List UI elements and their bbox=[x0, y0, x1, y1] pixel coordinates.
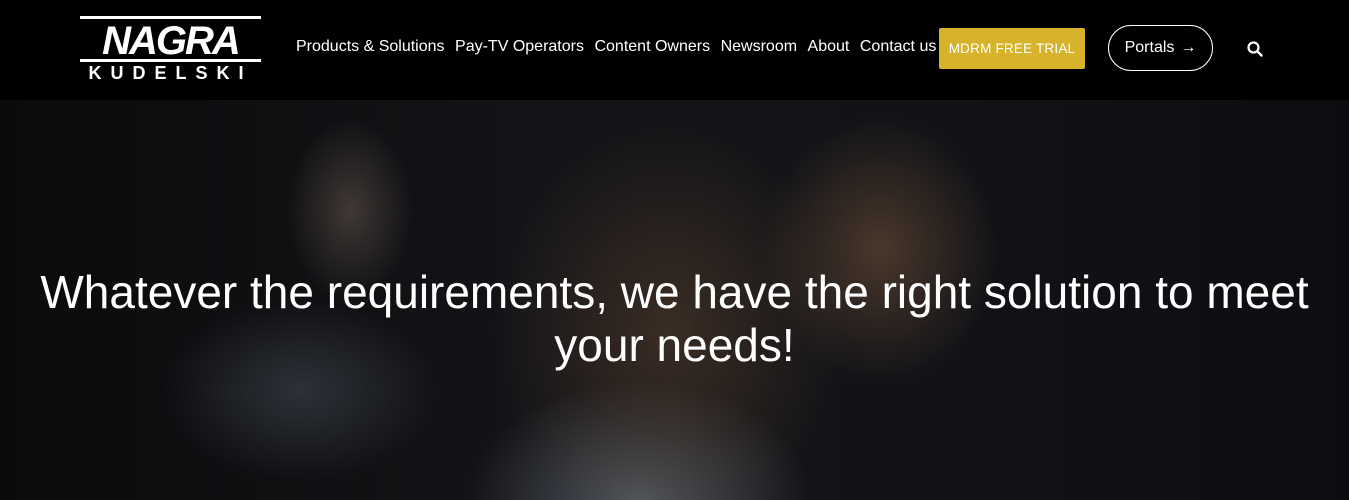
logo-top-text: NAGRA bbox=[102, 19, 239, 63]
portals-label: Portals bbox=[1124, 39, 1175, 56]
nav-pay-tv-operators[interactable]: Pay-TV Operators bbox=[455, 37, 584, 57]
hero-banner: Whatever the requirements, we have the r… bbox=[0, 100, 1349, 500]
nav-content-owners[interactable]: Content Owners bbox=[594, 37, 710, 57]
nagra-kudelski-logo[interactable]: NAGRA KUDELSKI bbox=[80, 16, 261, 83]
hero-headline: Whatever the requirements, we have the r… bbox=[40, 265, 1309, 371]
search-icon[interactable] bbox=[1246, 40, 1264, 58]
portals-button[interactable]: Portals → bbox=[1108, 25, 1213, 71]
nav-products-solutions[interactable]: Products & Solutions bbox=[296, 37, 445, 57]
nav-about[interactable]: About bbox=[808, 37, 850, 57]
arrow-right-icon: → bbox=[1180, 39, 1197, 56]
logo-bottom-text: KUDELSKI bbox=[88, 63, 252, 82]
nav-contact-us[interactable]: Contact us bbox=[860, 37, 936, 57]
main-nav: Products & Solutions Pay-TV Operators Co… bbox=[296, 37, 947, 57]
mdrm-free-trial-button[interactable]: MDRM FREE TRIAL bbox=[939, 28, 1085, 69]
site-header: NAGRA KUDELSKI Products & Solutions Pay-… bbox=[0, 0, 1349, 100]
nav-newsroom[interactable]: Newsroom bbox=[721, 37, 797, 57]
logo-mark: NAGRA KUDELSKI bbox=[80, 16, 261, 83]
